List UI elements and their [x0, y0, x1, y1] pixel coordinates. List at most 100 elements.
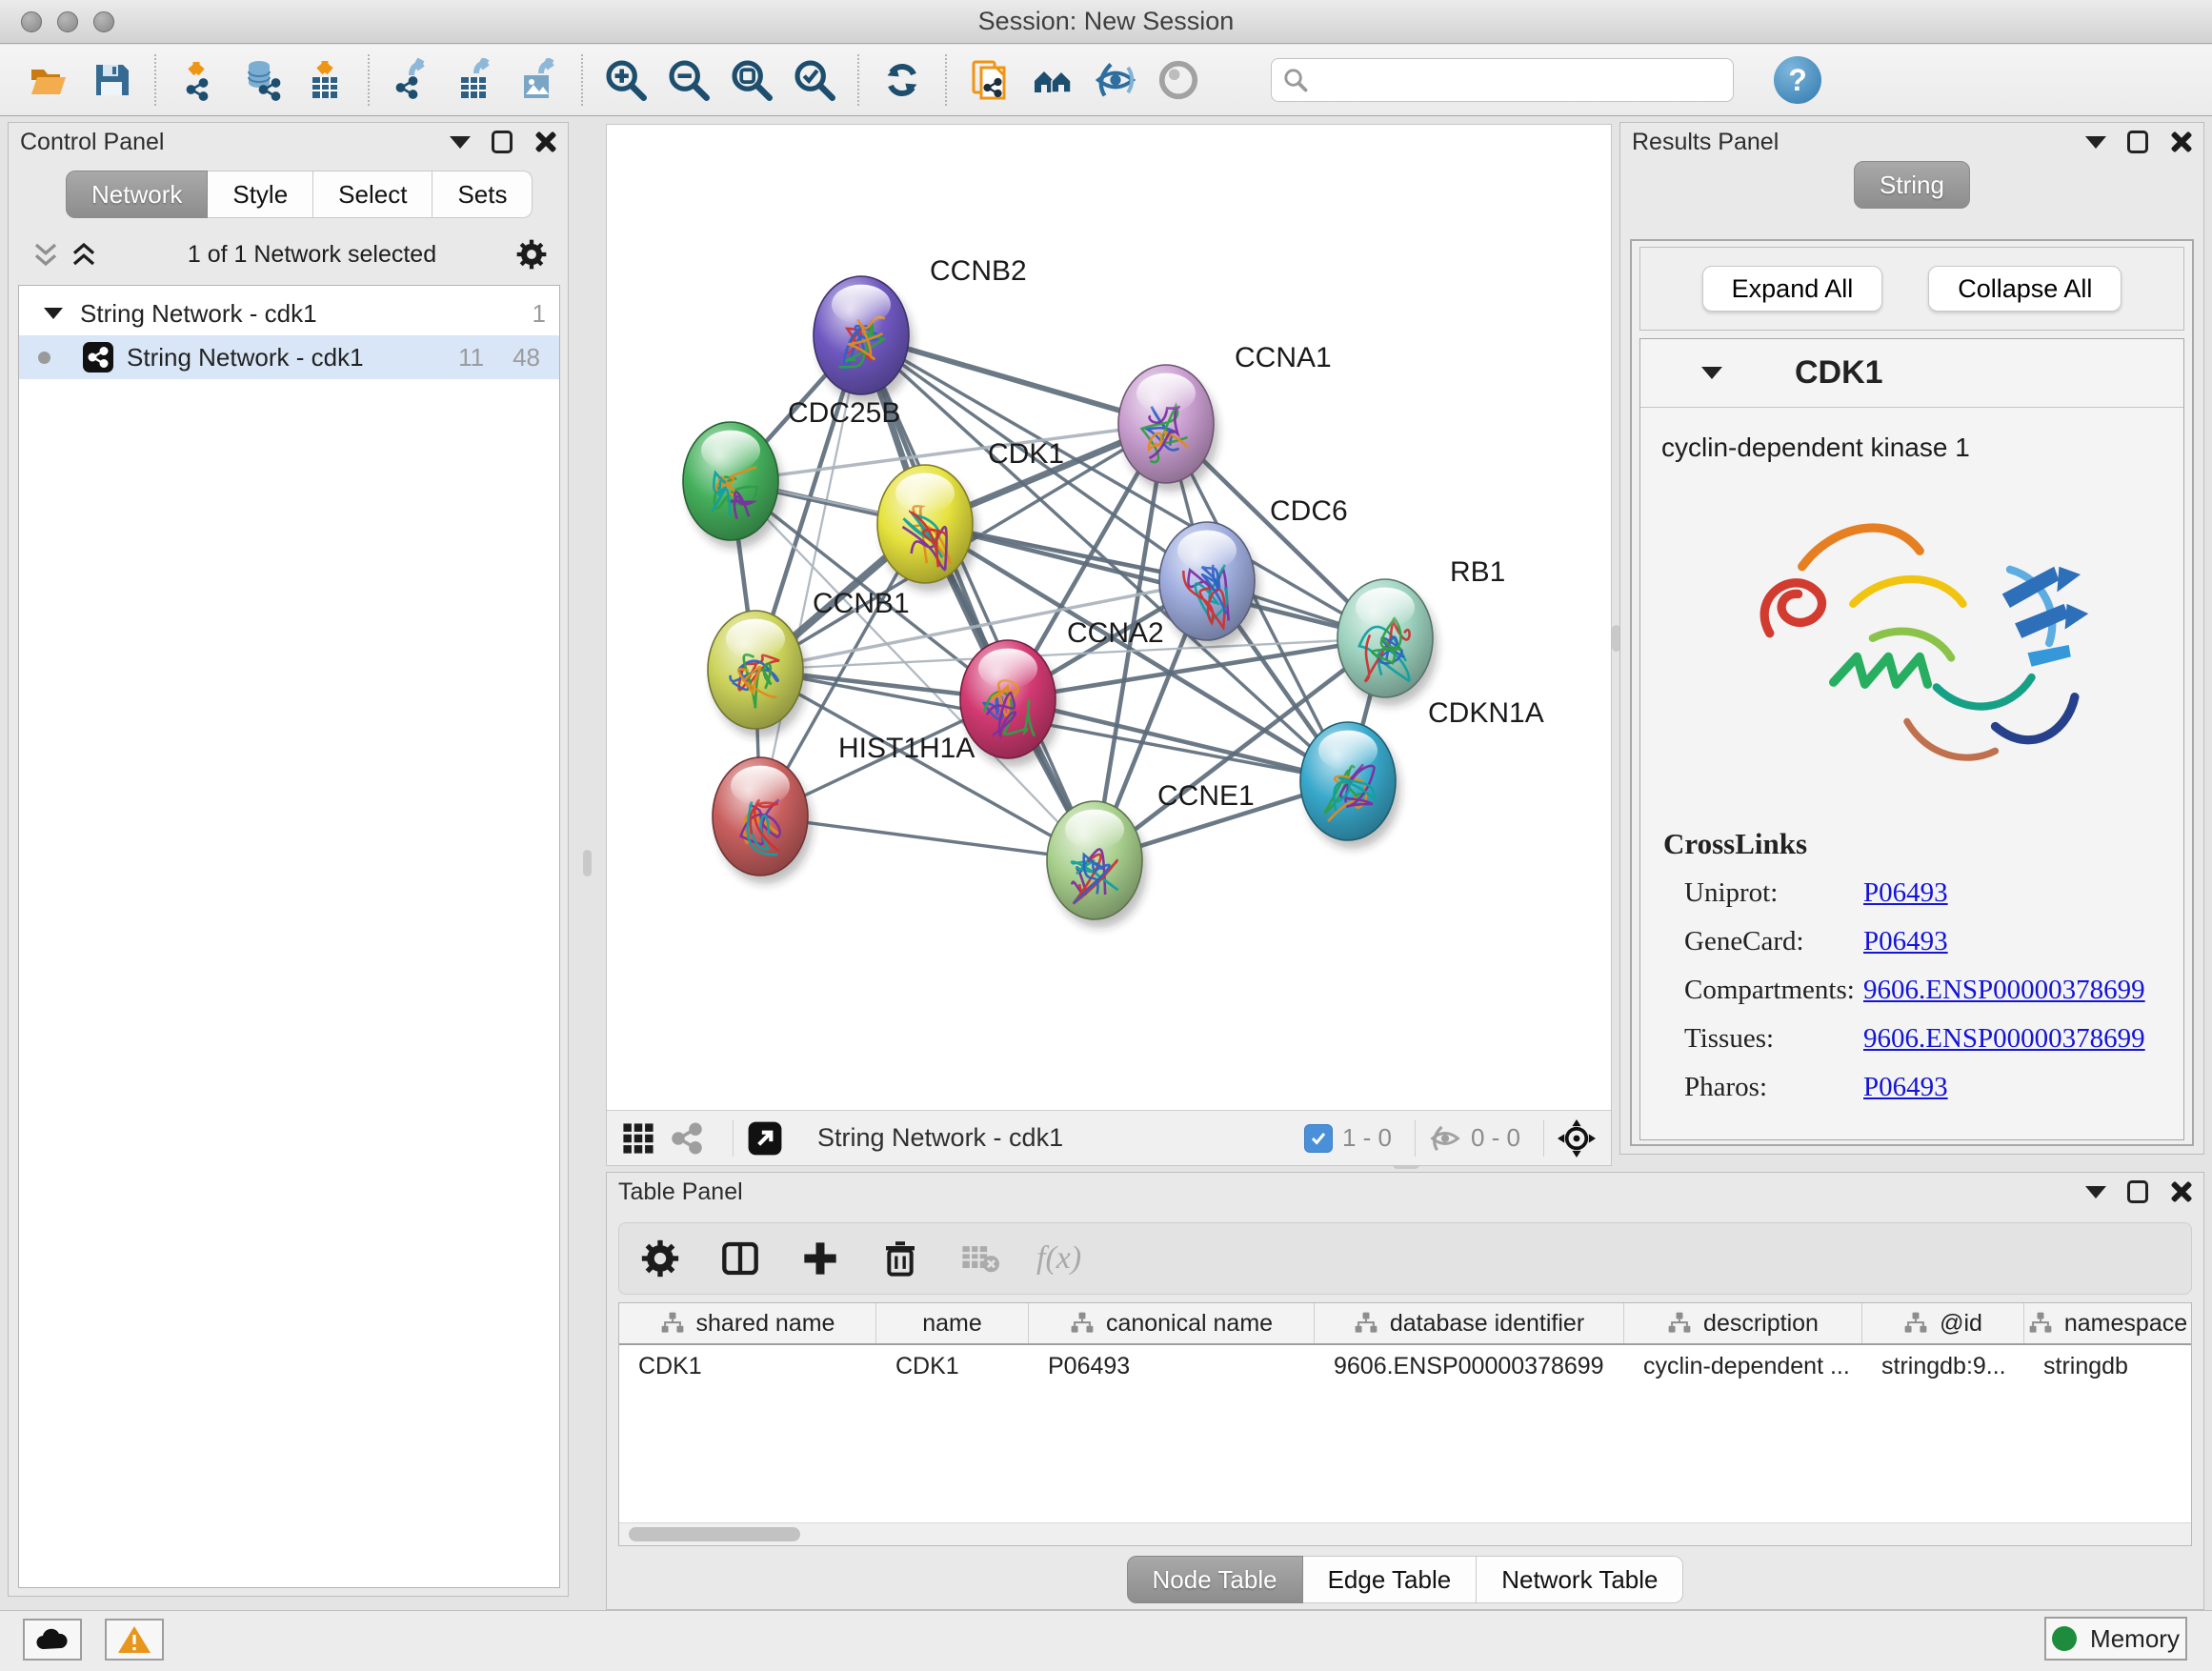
panel-float-icon[interactable] — [492, 131, 513, 153]
open-in-new-icon[interactable] — [747, 1120, 783, 1157]
table-row[interactable]: CDK1 CDK1 P06493 9606.ENSP00000378699 cy… — [619, 1345, 2191, 1387]
collapse-all-button[interactable]: Collapse All — [1928, 266, 2122, 312]
column-header[interactable]: name — [876, 1303, 1029, 1343]
column-header[interactable]: @id — [1862, 1303, 2024, 1343]
memory-button[interactable]: Memory — [2044, 1617, 2187, 1661]
column-header[interactable]: namespace — [2024, 1303, 2191, 1343]
horizontal-scrollbar[interactable] — [619, 1522, 2191, 1545]
home-networks-button[interactable] — [1025, 52, 1080, 108]
hide-graphics-button[interactable] — [1088, 52, 1143, 108]
import-network-button[interactable] — [171, 52, 227, 108]
protein-structure-image — [1712, 476, 2112, 810]
network-collection-row[interactable]: String Network - cdk1 1 — [19, 292, 559, 335]
network-view-statusbar: String Network - cdk1 1 - 0 0 - 0 — [607, 1110, 1611, 1165]
open-session-button[interactable] — [21, 52, 76, 108]
refresh-layout-button[interactable] — [875, 52, 930, 108]
sitemap-icon — [1354, 1311, 1378, 1336]
export-network-icon — [391, 58, 434, 102]
warning-icon — [117, 1624, 151, 1655]
zoom-out-button[interactable] — [661, 52, 716, 108]
tab-sets[interactable]: Sets — [432, 171, 533, 218]
export-network-button[interactable] — [385, 52, 440, 108]
column-header[interactable]: shared name — [619, 1303, 876, 1343]
table-panel: Table Panel — [606, 1172, 2204, 1610]
collapse-all-icon[interactable] — [31, 240, 60, 269]
tab-network[interactable]: Network — [66, 171, 208, 218]
panel-menu-icon[interactable] — [450, 136, 471, 149]
panel-float-icon[interactable] — [2127, 131, 2148, 153]
selected-checkbox[interactable] — [1304, 1124, 1333, 1153]
export-table-button[interactable] — [448, 52, 503, 108]
network-collection-label: String Network - cdk1 — [80, 299, 317, 329]
tab-string[interactable]: String — [1854, 161, 1970, 209]
grid-view-icon[interactable] — [622, 1122, 654, 1155]
node-table: shared name name canonical name database… — [618, 1302, 2192, 1546]
column-header[interactable]: description — [1624, 1303, 1862, 1343]
network-selection-status: 1 of 1 Network selected — [108, 241, 516, 269]
zoom-selected-button[interactable] — [787, 52, 842, 108]
panel-menu-icon[interactable] — [2085, 1186, 2106, 1198]
network-canvas[interactable]: CCNB2 CCNA1 CDC25B CDK1 CDC6 — [607, 125, 1611, 1110]
column-header[interactable]: database identifier — [1315, 1303, 1624, 1343]
trash-icon — [881, 1239, 919, 1278]
node-section-header[interactable]: CDK1 — [1640, 339, 2183, 408]
toolbar-separator — [857, 54, 859, 106]
string-results-container: Expand All Collapse All CDK1 cyclin-depe… — [1630, 239, 2194, 1146]
control-panel-tabs: Network Style Select Sets — [66, 171, 533, 218]
crosslink-value[interactable]: P06493 — [1863, 1072, 1948, 1103]
search-input[interactable] — [1317, 67, 1721, 93]
network-status-dot — [38, 352, 50, 364]
eye-slash-icon — [1094, 58, 1137, 102]
expand-all-button[interactable]: Expand All — [1702, 266, 1883, 312]
zoom-in-button[interactable] — [598, 52, 654, 108]
panel-float-icon[interactable] — [2127, 1180, 2148, 1203]
crosslink-value[interactable]: P06493 — [1863, 877, 1948, 909]
splitter-handle[interactable] — [583, 850, 592, 876]
graph-node-label: CDK1 — [988, 438, 1064, 470]
panel-close-icon[interactable] — [2169, 1180, 2192, 1203]
panel-close-icon[interactable] — [533, 131, 556, 153]
zoom-fit-button[interactable] — [724, 52, 779, 108]
panel-menu-icon[interactable] — [2085, 136, 2106, 149]
tab-style[interactable]: Style — [208, 171, 313, 218]
scrollbar-thumb[interactable] — [629, 1527, 800, 1541]
crosslink-value[interactable]: P06493 — [1863, 926, 1948, 957]
network-row[interactable]: String Network - cdk1 11 48 — [19, 335, 559, 379]
sitemap-icon — [1070, 1311, 1095, 1336]
section-expander-icon[interactable] — [1701, 367, 1722, 379]
crosslink-value[interactable]: 9606.ENSP00000378699 — [1863, 975, 2145, 1006]
column-visibility-button[interactable] — [716, 1235, 764, 1282]
table-settings-button[interactable] — [636, 1235, 684, 1282]
column-header[interactable]: canonical name — [1029, 1303, 1315, 1343]
open-folder-icon — [27, 58, 70, 102]
help-button[interactable]: ? — [1774, 56, 1821, 104]
selected-count: 1 - 0 — [1342, 1123, 1392, 1153]
show-graphics-button[interactable] — [1151, 52, 1206, 108]
gear-icon[interactable] — [516, 239, 547, 270]
crosslink-value[interactable]: 9606.ENSP00000378699 — [1863, 1023, 2145, 1055]
tab-select[interactable]: Select — [313, 171, 432, 218]
network-share-icon[interactable] — [670, 1121, 704, 1156]
import-network-from-database-button[interactable] — [234, 52, 290, 108]
warning-status-button[interactable] — [105, 1619, 164, 1661]
add-column-button[interactable] — [796, 1235, 844, 1282]
export-image-button[interactable] — [511, 52, 566, 108]
save-session-button[interactable] — [84, 52, 139, 108]
clone-network-button[interactable] — [962, 52, 1017, 108]
panel-close-icon[interactable] — [2169, 131, 2192, 153]
function-builder-button[interactable]: f(x) — [1036, 1240, 1081, 1277]
crosshair-icon[interactable] — [1558, 1119, 1596, 1158]
node-details-card: CDK1 cyclin-dependent kinase 1 — [1639, 338, 2184, 1140]
tab-node-table[interactable]: Node Table — [1127, 1556, 1303, 1603]
delete-column-button[interactable] — [876, 1235, 924, 1282]
delete-table-button[interactable] — [956, 1235, 1004, 1282]
import-table-button[interactable] — [297, 52, 352, 108]
cloud-status-button[interactable] — [23, 1619, 82, 1661]
memory-label: Memory — [2090, 1624, 2180, 1654]
tree-expander-icon[interactable] — [44, 308, 63, 319]
crosslink-row: Tissues: 9606.ENSP00000378699 — [1640, 1015, 2183, 1063]
collection-count: 1 — [533, 299, 546, 329]
tab-network-table[interactable]: Network Table — [1477, 1556, 1683, 1603]
expand-all-icon[interactable] — [70, 240, 98, 269]
tab-edge-table[interactable]: Edge Table — [1303, 1556, 1478, 1603]
